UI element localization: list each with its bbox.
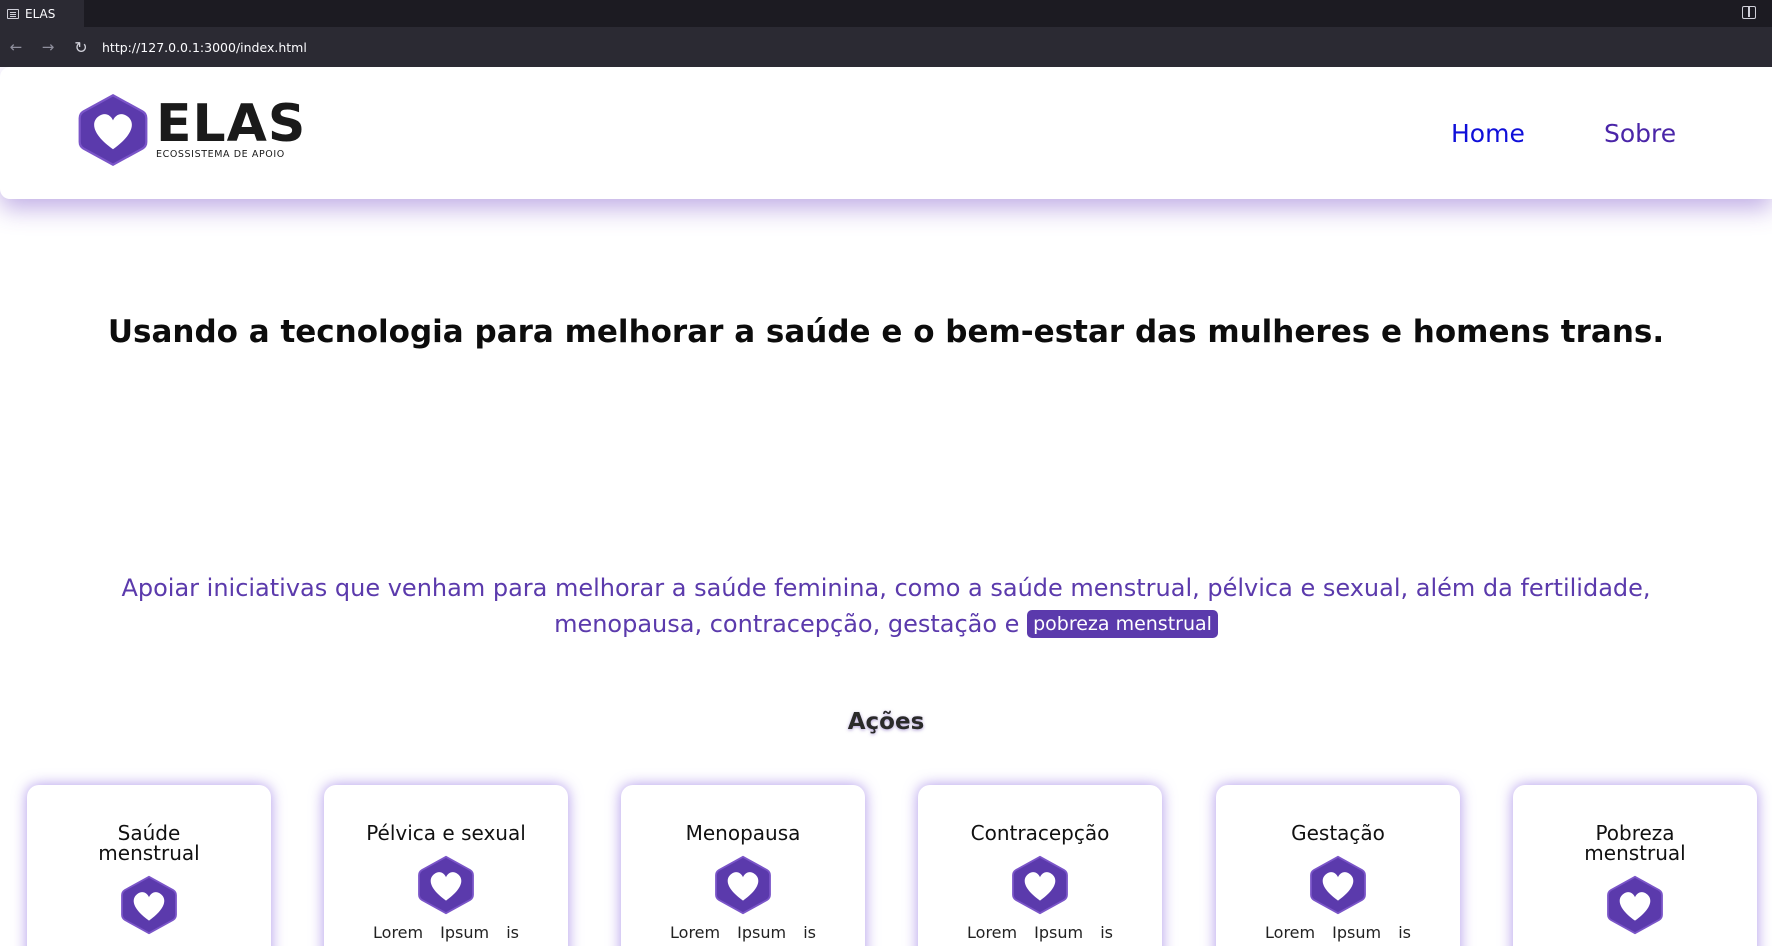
card-title: Pobreza menstrual	[1584, 821, 1686, 865]
heart-hexagon-icon	[1012, 855, 1068, 915]
card-title: Menopausa	[685, 821, 801, 845]
nav-link-home[interactable]: Home	[1451, 119, 1525, 148]
card-text: Lorem Ipsum is	[670, 923, 816, 942]
url-bar[interactable]: http://127.0.0.1:3000/index.html	[102, 27, 307, 67]
browser-tab-bar: ELAS	[0, 0, 1772, 27]
card-title: Saúde menstrual	[98, 821, 200, 865]
actions-title: Ações	[847, 709, 925, 735]
card-text: Lorem Ipsum is	[373, 923, 519, 942]
action-card[interactable]: Pélvica e sexual Lorem Ipsum is	[324, 785, 568, 946]
mission-statement: Apoiar iniciativas que venham para melho…	[50, 570, 1722, 642]
reload-icon[interactable]: ↻	[68, 27, 94, 67]
actions-cards: Saúde menstrual Pélvica e sexual Lorem I…	[0, 785, 1772, 946]
card-title: Pélvica e sexual	[366, 821, 526, 845]
heart-hexagon-icon	[121, 875, 177, 935]
heart-hexagon-icon	[715, 855, 771, 915]
card-title: Contracepção	[970, 821, 1110, 845]
mission-text: Apoiar iniciativas que venham para melho…	[121, 574, 1651, 638]
action-card[interactable]: Menopausa Lorem Ipsum is	[621, 785, 865, 946]
action-card[interactable]: Pobreza menstrual	[1513, 785, 1757, 946]
browser-tab[interactable]: ELAS	[0, 0, 84, 27]
heart-hexagon-icon	[1607, 875, 1663, 935]
arrow-right-icon[interactable]: →	[35, 27, 61, 67]
heart-hexagon-icon	[1310, 855, 1366, 915]
action-card[interactable]: Contracepção Lorem Ipsum is	[918, 785, 1162, 946]
card-text: Lorem Ipsum is	[1265, 923, 1411, 942]
logo[interactable]: ELAS ECOSSISTEMA DE APOIO	[76, 92, 306, 168]
tab-title: ELAS	[25, 6, 56, 21]
hero-tagline: Usando a tecnologia para melhorar a saúd…	[107, 314, 1665, 350]
sidebar-icon[interactable]	[1742, 6, 1756, 19]
card-title: Gestação	[1291, 821, 1385, 845]
logo-wordmark: ELAS	[156, 93, 307, 154]
site-header: ELAS ECOSSISTEMA DE APOIO Home Sobre	[0, 67, 1772, 199]
heart-hexagon-icon	[418, 855, 474, 915]
action-card[interactable]: Gestação Lorem Ipsum is	[1216, 785, 1460, 946]
page-icon	[7, 8, 19, 19]
action-card[interactable]: Saúde menstrual	[27, 785, 271, 946]
page-viewport: ELAS ECOSSISTEMA DE APOIO Home Sobre Usa…	[0, 67, 1772, 946]
arrow-left-icon[interactable]: ←	[3, 27, 29, 67]
card-text: Lorem Ipsum is	[967, 923, 1113, 942]
highlight-badge: pobreza menstrual	[1027, 610, 1218, 638]
nav-link-sobre[interactable]: Sobre	[1604, 119, 1676, 148]
logo-subtitle: ECOSSISTEMA DE APOIO	[156, 148, 285, 160]
heart-hexagon-icon	[78, 93, 148, 167]
browser-nav-bar: ← → ↻ http://127.0.0.1:3000/index.html	[0, 27, 1772, 67]
